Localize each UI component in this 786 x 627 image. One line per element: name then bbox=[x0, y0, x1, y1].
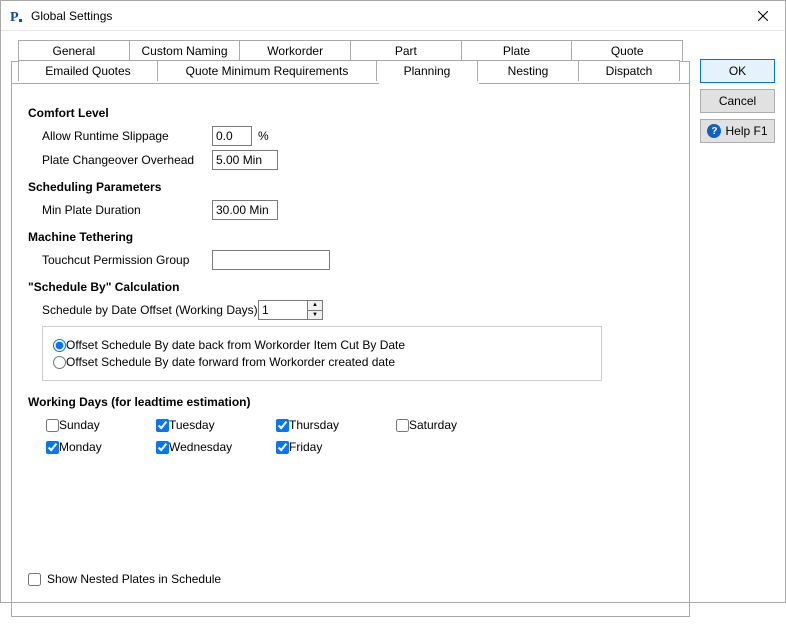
section-machine-tethering: Machine Tethering bbox=[28, 230, 673, 244]
label-friday: Friday bbox=[289, 440, 322, 454]
spinner-down-button[interactable]: ▼ bbox=[308, 311, 322, 320]
min-plate-duration-label: Min Plate Duration bbox=[42, 203, 212, 217]
label-tuesday: Tuesday bbox=[169, 418, 215, 432]
tab-quote-min-req[interactable]: Quote Minimum Requirements bbox=[157, 60, 377, 81]
tab-emailed-quotes[interactable]: Emailed Quotes bbox=[18, 60, 158, 81]
runtime-slippage-label: Allow Runtime Slippage bbox=[42, 129, 212, 143]
tab-workorder[interactable]: Workorder bbox=[239, 40, 351, 61]
checkbox-sunday[interactable] bbox=[46, 419, 59, 432]
tab-general[interactable]: General bbox=[18, 40, 130, 61]
tab-row-2: Emailed Quotes Quote Minimum Requirement… bbox=[18, 60, 683, 81]
label-show-nested-plates: Show Nested Plates in Schedule bbox=[47, 572, 221, 586]
section-comfort-level: Comfort Level bbox=[28, 106, 673, 120]
label-saturday: Saturday bbox=[409, 418, 457, 432]
tab-planning[interactable]: Planning bbox=[376, 60, 478, 81]
checkbox-tuesday[interactable] bbox=[156, 419, 169, 432]
schedule-offset-spinner[interactable]: ▲ ▼ bbox=[258, 300, 323, 320]
tab-row-1: General Custom Naming Workorder Part Pla… bbox=[18, 40, 683, 61]
dialog-buttons: OK Cancel ? Help F1 bbox=[700, 41, 775, 617]
tab-plate[interactable]: Plate bbox=[461, 40, 573, 61]
checkbox-monday[interactable] bbox=[46, 441, 59, 454]
touchcut-permission-input[interactable] bbox=[212, 250, 330, 270]
window-title: Global Settings bbox=[31, 9, 740, 23]
checkbox-saturday[interactable] bbox=[396, 419, 409, 432]
label-thursday: Thursday bbox=[289, 418, 339, 432]
svg-text:P: P bbox=[10, 10, 19, 24]
changeover-overhead-input[interactable] bbox=[212, 150, 278, 170]
section-scheduling-parameters: Scheduling Parameters bbox=[28, 180, 673, 194]
tab-custom-naming[interactable]: Custom Naming bbox=[129, 40, 241, 61]
radio-offset-forward-label: Offset Schedule By date forward from Wor… bbox=[66, 355, 395, 369]
touchcut-permission-label: Touchcut Permission Group bbox=[42, 253, 212, 267]
section-schedule-by: "Schedule By" Calculation bbox=[28, 280, 673, 294]
checkbox-thursday[interactable] bbox=[276, 419, 289, 432]
tab-container: General Custom Naming Workorder Part Pla… bbox=[11, 61, 690, 617]
dialog-global-settings: P Global Settings General Custom Naming … bbox=[0, 0, 786, 603]
checkbox-wednesday[interactable] bbox=[156, 441, 169, 454]
titlebar: P Global Settings bbox=[1, 1, 785, 31]
schedule-by-radio-group: Offset Schedule By date back from Workor… bbox=[42, 326, 602, 381]
ok-button[interactable]: OK bbox=[700, 59, 775, 83]
radio-offset-forward[interactable] bbox=[53, 356, 66, 369]
section-working-days: Working Days (for leadtime estimation) bbox=[28, 395, 673, 409]
close-icon bbox=[758, 11, 768, 21]
runtime-slippage-unit: % bbox=[258, 129, 269, 143]
help-button-label: Help F1 bbox=[725, 124, 767, 138]
close-button[interactable] bbox=[740, 1, 785, 31]
runtime-slippage-input[interactable] bbox=[212, 126, 252, 146]
tab-nesting[interactable]: Nesting bbox=[477, 60, 579, 81]
label-sunday: Sunday bbox=[59, 418, 100, 432]
label-wednesday: Wednesday bbox=[169, 440, 232, 454]
help-button[interactable]: ? Help F1 bbox=[700, 119, 775, 143]
cancel-button[interactable]: Cancel bbox=[700, 89, 775, 113]
changeover-overhead-label: Plate Changeover Overhead bbox=[42, 153, 212, 167]
label-monday: Monday bbox=[59, 440, 102, 454]
tab-part[interactable]: Part bbox=[350, 40, 462, 61]
checkbox-friday[interactable] bbox=[276, 441, 289, 454]
radio-offset-back[interactable] bbox=[53, 339, 66, 352]
radio-offset-back-label: Offset Schedule By date back from Workor… bbox=[66, 338, 405, 352]
tab-content-planning: Comfort Level Allow Runtime Slippage % P… bbox=[12, 83, 689, 616]
help-icon: ? bbox=[707, 124, 721, 138]
tab-dispatch[interactable]: Dispatch bbox=[578, 60, 680, 81]
schedule-offset-label: Schedule by Date Offset (Working Days) bbox=[42, 303, 258, 317]
spinner-up-button[interactable]: ▲ bbox=[308, 301, 322, 311]
app-icon: P bbox=[9, 8, 25, 24]
working-days-grid: Sunday Tuesday Thursday Saturday Monday … bbox=[46, 415, 673, 457]
checkbox-show-nested-plates[interactable] bbox=[28, 573, 41, 586]
tab-quote[interactable]: Quote bbox=[571, 40, 683, 61]
schedule-offset-input[interactable] bbox=[259, 301, 307, 319]
min-plate-duration-input[interactable] bbox=[212, 200, 278, 220]
